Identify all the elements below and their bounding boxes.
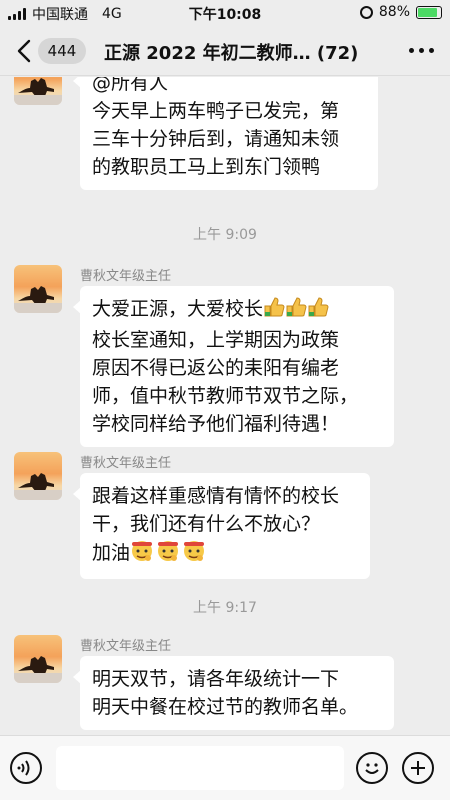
message-line: 三车十分钟后到，请通知未领 [92, 128, 340, 150]
input-bar [0, 735, 450, 800]
message-line: 师，值中秋节教师节双节之际， [92, 385, 359, 407]
back-arrow-icon[interactable] [12, 38, 38, 64]
unread-count-badge[interactable]: 444 [38, 38, 86, 64]
message-line: 学校同样给予他们福利待遇！ [92, 413, 340, 435]
chat-header: 444 正源 2022 年初二教师… (72) [0, 26, 450, 76]
timestamp: 上午 9:17 [193, 600, 257, 616]
message-bubble[interactable]: 明天双节，请各年级统计一下 明天中餐在校过节的教师名单。 [73, 656, 394, 730]
message-line: 大爱正源，大爱校长 [92, 295, 382, 326]
sender-name: 曹秋文年级主任 [80, 639, 172, 654]
message-line: 校长室通知，上学期因为政策 [92, 329, 340, 351]
message-line: 今天早上两车鸭子已发完，第 [92, 100, 340, 122]
more-options-icon[interactable] [409, 48, 434, 53]
message-text: 加油 [92, 542, 131, 564]
fighting-face-icon [130, 538, 208, 570]
message-line: 干，我们还有什么不放心？ [92, 513, 321, 535]
timestamp: 上午 9:09 [193, 227, 257, 243]
battery-fill [418, 7, 438, 17]
message-bubble[interactable]: 跟着这样重感情有情怀的校长 干，我们还有什么不放心？ 加油 [73, 473, 370, 579]
sender-avatar[interactable] [14, 77, 62, 105]
message-line: 明天双节，请各年级统计一下 [92, 668, 340, 690]
status-bar: 中国联通 4G 下午10:08 88% [0, 0, 450, 26]
message-bubble[interactable]: @所有人 今天早上两车鸭子已发完，第 三车十分钟后到，请通知未领 的教职员工马上… [73, 77, 378, 190]
battery-percent: 88% [378, 4, 410, 20]
voice-icon[interactable] [10, 752, 42, 784]
message-line: 原因不得已返公的耒阳有编老 [92, 357, 340, 379]
sender-avatar[interactable] [14, 452, 62, 500]
sender-name: 曹秋文年级主任 [80, 269, 172, 284]
sender-avatar[interactable] [14, 635, 62, 683]
emoji-icon[interactable] [356, 752, 388, 784]
sender-avatar[interactable] [14, 265, 62, 313]
message-input[interactable] [56, 746, 344, 790]
message-line: 的教职员工马上到东门领鸭 [92, 156, 321, 178]
message-line: 跟着这样重感情有情怀的校长 [92, 485, 340, 507]
message-line: @所有人 [92, 77, 169, 94]
message-line: 明天中餐在校过节的教师名单。 [92, 696, 359, 718]
alarm-icon [359, 5, 373, 19]
plus-icon[interactable] [402, 752, 434, 784]
message-list[interactable]: @所有人 今天早上两车鸭子已发完，第 三车十分钟后到，请通知未领 的教职员工马上… [0, 77, 450, 735]
thumbs-up-icon [263, 296, 329, 326]
message-text: 大爱正源，大爱校长 [92, 298, 264, 320]
message-line: 加油 [92, 538, 358, 570]
chat-title: 正源 2022 年初二教师… (72) [104, 43, 359, 64]
battery-icon [416, 5, 442, 19]
message-bubble[interactable]: 大爱正源，大爱校长 校长室通知，上学期因为政策 原因不得已返公的耒阳有编老 师，… [73, 286, 394, 447]
sender-name: 曹秋文年级主任 [80, 456, 172, 471]
